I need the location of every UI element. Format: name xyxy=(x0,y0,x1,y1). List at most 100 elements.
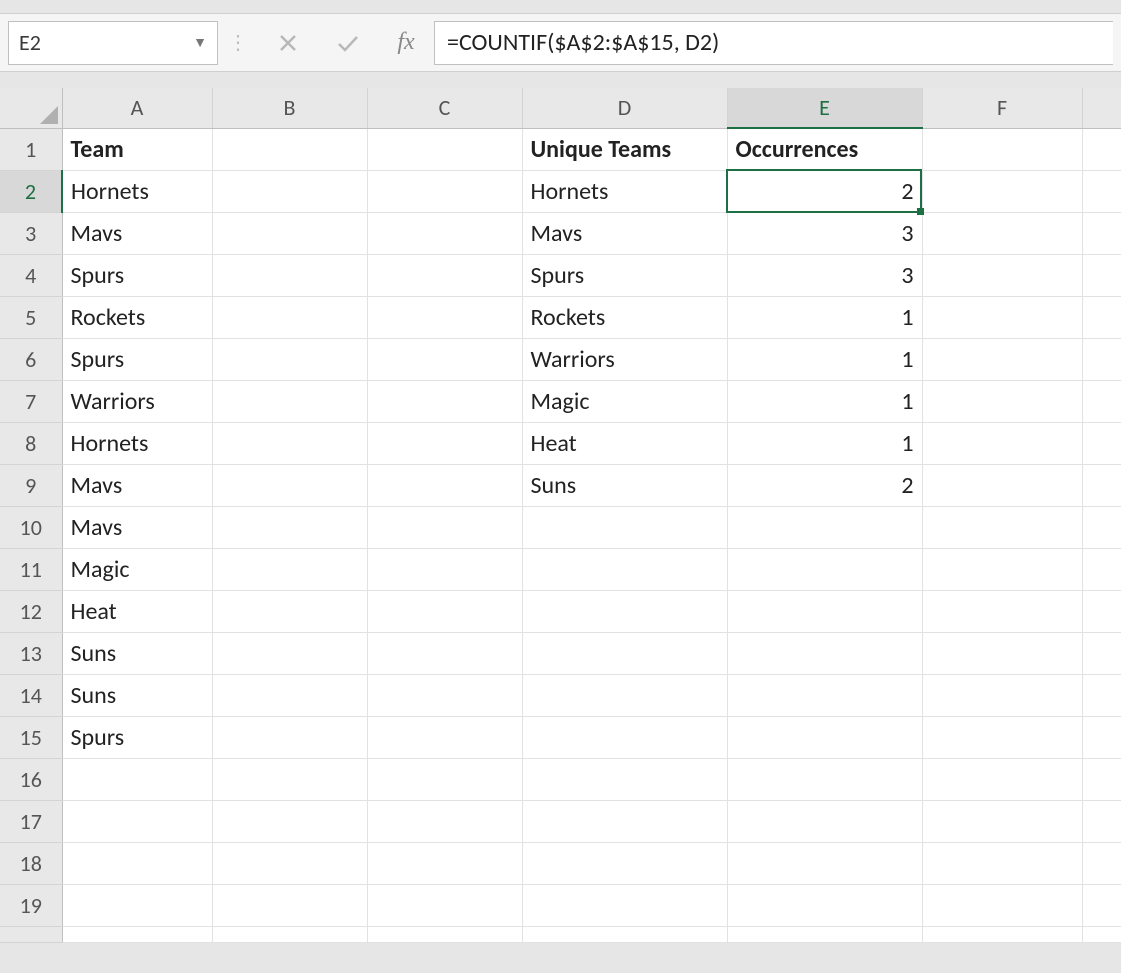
cell-G15[interactable] xyxy=(1082,716,1121,758)
cell-B1[interactable] xyxy=(212,128,367,170)
cell-A13[interactable]: Suns xyxy=(62,632,212,674)
row-head-19[interactable]: 19 xyxy=(0,884,62,926)
cell-F16[interactable] xyxy=(922,758,1082,800)
cell-B18[interactable] xyxy=(212,842,367,884)
cell-C20[interactable] xyxy=(367,926,522,942)
cell-G7[interactable] xyxy=(1082,380,1121,422)
cell-F7[interactable] xyxy=(922,380,1082,422)
cell-F9[interactable] xyxy=(922,464,1082,506)
row-head-9[interactable]: 9 xyxy=(0,464,62,506)
cell-F20[interactable] xyxy=(922,926,1082,942)
cell-E5[interactable]: 1 xyxy=(727,296,922,338)
cell-C1[interactable] xyxy=(367,128,522,170)
col-head-E[interactable]: E xyxy=(727,88,922,128)
cell-F10[interactable] xyxy=(922,506,1082,548)
cell-A8[interactable]: Hornets xyxy=(62,422,212,464)
row-head-1[interactable]: 1 xyxy=(0,128,62,170)
fx-icon[interactable]: fx xyxy=(378,29,434,56)
cell-F15[interactable] xyxy=(922,716,1082,758)
cell-G2[interactable] xyxy=(1082,170,1121,212)
row-head-2[interactable]: 2 xyxy=(0,170,62,212)
cell-C10[interactable] xyxy=(367,506,522,548)
cell-E3[interactable]: 3 xyxy=(727,212,922,254)
cell-F6[interactable] xyxy=(922,338,1082,380)
cell-F5[interactable] xyxy=(922,296,1082,338)
cell-C5[interactable] xyxy=(367,296,522,338)
cell-B20[interactable] xyxy=(212,926,367,942)
cell-E6[interactable]: 1 xyxy=(727,338,922,380)
cell-A14[interactable]: Suns xyxy=(62,674,212,716)
row-head-4[interactable]: 4 xyxy=(0,254,62,296)
cell-E11[interactable] xyxy=(727,548,922,590)
cell-G3[interactable] xyxy=(1082,212,1121,254)
cell-B17[interactable] xyxy=(212,800,367,842)
cell-A2[interactable]: Hornets xyxy=(62,170,212,212)
cell-E2[interactable]: 2 xyxy=(727,170,922,212)
cell-D10[interactable] xyxy=(522,506,727,548)
cell-E15[interactable] xyxy=(727,716,922,758)
cell-A17[interactable] xyxy=(62,800,212,842)
cell-B15[interactable] xyxy=(212,716,367,758)
cell-C15[interactable] xyxy=(367,716,522,758)
cell-D14[interactable] xyxy=(522,674,727,716)
cell-E16[interactable] xyxy=(727,758,922,800)
row-head-11[interactable]: 11 xyxy=(0,548,62,590)
row-head-18[interactable]: 18 xyxy=(0,842,62,884)
cell-G9[interactable] xyxy=(1082,464,1121,506)
cell-D3[interactable]: Mavs xyxy=(522,212,727,254)
name-box[interactable]: E2 ▼ xyxy=(8,21,218,65)
cell-F18[interactable] xyxy=(922,842,1082,884)
cell-D11[interactable] xyxy=(522,548,727,590)
formula-input[interactable]: =COUNTIF($A$2:$A$15, D2) xyxy=(434,21,1113,65)
cell-E19[interactable] xyxy=(727,884,922,926)
cell-B11[interactable] xyxy=(212,548,367,590)
cell-B16[interactable] xyxy=(212,758,367,800)
cell-B6[interactable] xyxy=(212,338,367,380)
cell-A10[interactable]: Mavs xyxy=(62,506,212,548)
cell-C11[interactable] xyxy=(367,548,522,590)
cell-E12[interactable] xyxy=(727,590,922,632)
cell-A5[interactable]: Rockets xyxy=(62,296,212,338)
row-head-7[interactable]: 7 xyxy=(0,380,62,422)
row-head-8[interactable]: 8 xyxy=(0,422,62,464)
cell-E13[interactable] xyxy=(727,632,922,674)
cell-G1[interactable] xyxy=(1082,128,1121,170)
cell-E10[interactable] xyxy=(727,506,922,548)
cell-D2[interactable]: Hornets xyxy=(522,170,727,212)
row-head-3[interactable]: 3 xyxy=(0,212,62,254)
cell-F11[interactable] xyxy=(922,548,1082,590)
cell-G18[interactable] xyxy=(1082,842,1121,884)
cell-C16[interactable] xyxy=(367,758,522,800)
row-head-6[interactable]: 6 xyxy=(0,338,62,380)
cell-A9[interactable]: Mavs xyxy=(62,464,212,506)
cell-G17[interactable] xyxy=(1082,800,1121,842)
cell-E8[interactable]: 1 xyxy=(727,422,922,464)
cell-C17[interactable] xyxy=(367,800,522,842)
cell-G8[interactable] xyxy=(1082,422,1121,464)
cell-E18[interactable] xyxy=(727,842,922,884)
cell-C13[interactable] xyxy=(367,632,522,674)
cell-C3[interactable] xyxy=(367,212,522,254)
cell-D9[interactable]: Suns xyxy=(522,464,727,506)
cell-D7[interactable]: Magic xyxy=(522,380,727,422)
cell-F14[interactable] xyxy=(922,674,1082,716)
row-head-12[interactable]: 12 xyxy=(0,590,62,632)
cell-B19[interactable] xyxy=(212,884,367,926)
cell-F2[interactable] xyxy=(922,170,1082,212)
cell-D12[interactable] xyxy=(522,590,727,632)
select-all-corner[interactable] xyxy=(0,88,62,128)
cell-F17[interactable] xyxy=(922,800,1082,842)
cell-E14[interactable] xyxy=(727,674,922,716)
col-head-A[interactable]: A xyxy=(62,88,212,128)
cell-C8[interactable] xyxy=(367,422,522,464)
cell-D8[interactable]: Heat xyxy=(522,422,727,464)
cell-C7[interactable] xyxy=(367,380,522,422)
cell-C12[interactable] xyxy=(367,590,522,632)
cell-A6[interactable]: Spurs xyxy=(62,338,212,380)
cell-G14[interactable] xyxy=(1082,674,1121,716)
cell-C2[interactable] xyxy=(367,170,522,212)
cell-E17[interactable] xyxy=(727,800,922,842)
cell-G5[interactable] xyxy=(1082,296,1121,338)
cell-C6[interactable] xyxy=(367,338,522,380)
cell-A18[interactable] xyxy=(62,842,212,884)
